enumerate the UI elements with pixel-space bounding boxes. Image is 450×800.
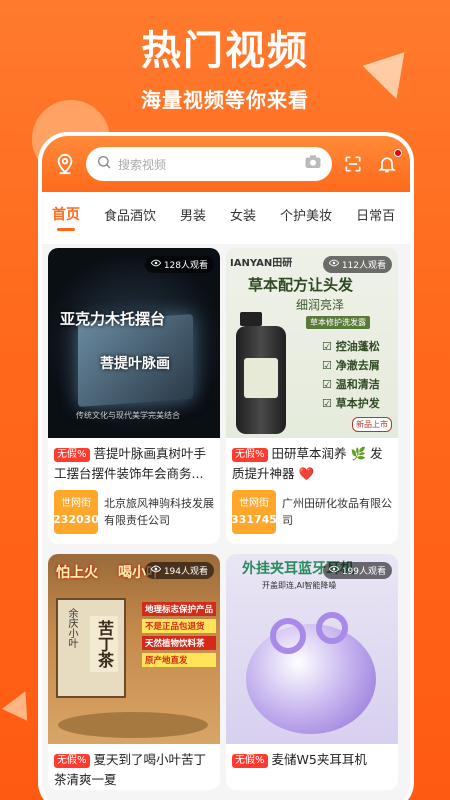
video-card[interactable]: 外挂夹耳蓝牙耳机 开盖即连,AI智能降噪 199人观看 无假% 麦储W5夹耳耳机 xyxy=(226,554,398,790)
tab-daily[interactable]: 日常百 xyxy=(356,205,395,224)
shop-name: 广州田研化妆品有限公司 xyxy=(282,497,392,527)
category-tabs: 首页 食品酒饮 男装 女装 个护美妆 日常百 xyxy=(42,192,410,236)
no-fake-tag: 无假% xyxy=(232,448,268,462)
thumb-text: 细润亮泽 xyxy=(296,298,345,312)
video-card[interactable]: 怕上火 喝小叶 余庆小叶 苦丁茶 地理标志保护产品 不是正品包退货 天然植物饮料… xyxy=(48,554,220,790)
no-fake-tag: 无假% xyxy=(54,448,90,462)
view-count: 194人观看 xyxy=(144,562,214,579)
view-count: 128人观看 xyxy=(144,256,214,273)
video-thumbnail[interactable]: IANYAN田研 草本配方让头发 细润亮泽 草本修护洗发露 ☑ 控油蓬松 ☑ 净… xyxy=(226,248,398,438)
video-feed: 亚克力木托摆台 菩提叶脉画 传统文化与现代美学完美结合 128人观看 无假% 菩提… xyxy=(42,244,410,800)
eye-icon xyxy=(150,259,161,270)
bottle-label xyxy=(244,358,278,398)
benefit-item: ☑ 净澈去屑 xyxy=(322,359,380,372)
bottle-pump xyxy=(240,312,262,326)
view-count-text: 128人观看 xyxy=(163,261,208,271)
card-title: 无假% 田研草本润养 🌿 发质提升神器 ❤️ xyxy=(226,438,398,484)
video-thumbnail[interactable]: 外挂夹耳蓝牙耳机 开盖即连,AI智能降噪 199人观看 xyxy=(226,554,398,744)
benefit-item: ☑ 控油蓬松 xyxy=(322,340,380,353)
card-title: 无假% 菩提叶脉画真树叶手工摆台摆件装饰年会商务... xyxy=(48,438,220,484)
benefit-item: 地理标志保护产品 xyxy=(142,602,217,616)
view-count-text: 194人观看 xyxy=(163,567,208,577)
video-card[interactable]: 亚克力木托摆台 菩提叶脉画 传统文化与现代美学完美结合 128人观看 无假% 菩提… xyxy=(48,248,220,544)
promo-subtitle: 海量视频等你来看 xyxy=(141,88,309,112)
promo-title: 热门视频 xyxy=(141,28,309,74)
benefit-item: 不是正品包退货 xyxy=(142,619,217,633)
thumb-text: 苦丁茶 xyxy=(90,616,118,672)
app-header: 搜索视频 xyxy=(42,136,410,192)
benefit-item: ☑ 温和清洁 xyxy=(322,378,380,391)
video-card[interactable]: IANYAN田研 草本配方让头发 细润亮泽 草本修护洗发露 ☑ 控油蓬松 ☑ 净… xyxy=(226,248,398,544)
video-thumbnail[interactable]: 怕上火 喝小叶 余庆小叶 苦丁茶 地理标志保护产品 不是正品包退货 天然植物饮料… xyxy=(48,554,220,744)
thumb-text: 余庆小叶 xyxy=(66,608,77,648)
thumb-text: 亚克力木托摆台 xyxy=(60,310,166,328)
shop-name: 北京旅风神驹科技发展有限责任公司 xyxy=(104,497,214,527)
scan-icon[interactable] xyxy=(340,151,366,177)
tab-beauty[interactable]: 个护美妆 xyxy=(280,205,332,224)
benefit-item: 原产地直发 xyxy=(142,653,217,667)
thumb-text: 草本配方让头发 xyxy=(248,276,354,294)
eye-icon xyxy=(328,259,339,270)
card-title-text: 麦储W5夹耳耳机 xyxy=(271,752,367,767)
thumb-text: 开盖即连,AI智能降噪 xyxy=(262,581,337,590)
shop-badge: 世网街 331745 xyxy=(231,490,277,534)
thumb-text: 菩提叶脉画 xyxy=(100,356,170,372)
search-input[interactable]: 搜索视频 xyxy=(86,147,332,181)
shop-badge-label: 世网街 xyxy=(239,498,269,509)
eye-icon xyxy=(328,565,339,576)
camera-icon[interactable] xyxy=(304,154,322,174)
card-title: 无假% 麦储W5夹耳耳机 xyxy=(226,744,398,790)
thumb-text: 草本修护洗发露 xyxy=(306,316,370,329)
view-count-text: 199人观看 xyxy=(341,567,386,577)
location-icon[interactable] xyxy=(52,151,78,177)
bell-icon[interactable] xyxy=(374,149,402,177)
view-count: 112人观看 xyxy=(322,256,392,273)
phone-frame: 搜索视频 首页 食品酒饮 男装 女装 个护美妆 日常百 亚克力木托摆台 菩提叶脉… xyxy=(38,132,414,800)
no-fake-tag: 无假% xyxy=(232,754,268,768)
search-placeholder: 搜索视频 xyxy=(118,157,167,172)
shop-info[interactable]: 世网街 331745 广州田研化妆品有限公司 xyxy=(226,484,398,544)
basket-image xyxy=(58,712,208,738)
earbud-image xyxy=(316,612,348,644)
shop-id: 331745 xyxy=(231,513,277,526)
video-thumbnail[interactable]: 亚克力木托摆台 菩提叶脉画 传统文化与现代美学完美结合 128人观看 xyxy=(48,248,220,438)
benefit-item: ☑ 草本护发 xyxy=(322,397,380,410)
benefit-list: ☑ 控油蓬松 ☑ 净澈去屑 ☑ 温和清洁 ☑ 草本护发 xyxy=(322,338,380,411)
thumb-text: 传统文化与现代美学完美结合 xyxy=(76,411,180,420)
tab-womenswear[interactable]: 女装 xyxy=(230,205,256,224)
shop-badge: 世网街 232030 xyxy=(53,490,99,534)
earbuds-case-image xyxy=(246,624,376,734)
benefit-item: 天然植物饮料茶 xyxy=(142,636,217,650)
decoration-triangle-small xyxy=(1,685,39,721)
card-title: 无假% 夏天到了喝小叶苦丁茶清爽一夏 xyxy=(48,744,220,790)
tab-food-drinks[interactable]: 食品酒饮 xyxy=(104,205,156,224)
thumb-text: 怕上火 xyxy=(56,565,98,581)
eye-icon xyxy=(150,565,161,576)
new-badge: 新品上市 xyxy=(352,417,392,432)
tab-home[interactable]: 首页 xyxy=(52,204,80,224)
notification-dot xyxy=(394,149,402,157)
earbud-image xyxy=(270,618,306,654)
shop-id: 232030 xyxy=(53,513,99,526)
shop-badge-label: 世网街 xyxy=(61,498,91,509)
view-count-text: 112人观看 xyxy=(341,261,386,271)
search-icon xyxy=(96,154,112,174)
tab-menswear[interactable]: 男装 xyxy=(180,205,206,224)
view-count: 199人观看 xyxy=(322,562,392,579)
thumb-brand: IANYAN田研 xyxy=(230,258,293,269)
shop-info[interactable]: 世网街 232030 北京旅风神驹科技发展有限责任公司 xyxy=(48,484,220,544)
benefit-list: 地理标志保护产品 不是正品包退货 天然植物饮料茶 原产地直发 xyxy=(142,602,217,667)
no-fake-tag: 无假% xyxy=(54,754,90,768)
